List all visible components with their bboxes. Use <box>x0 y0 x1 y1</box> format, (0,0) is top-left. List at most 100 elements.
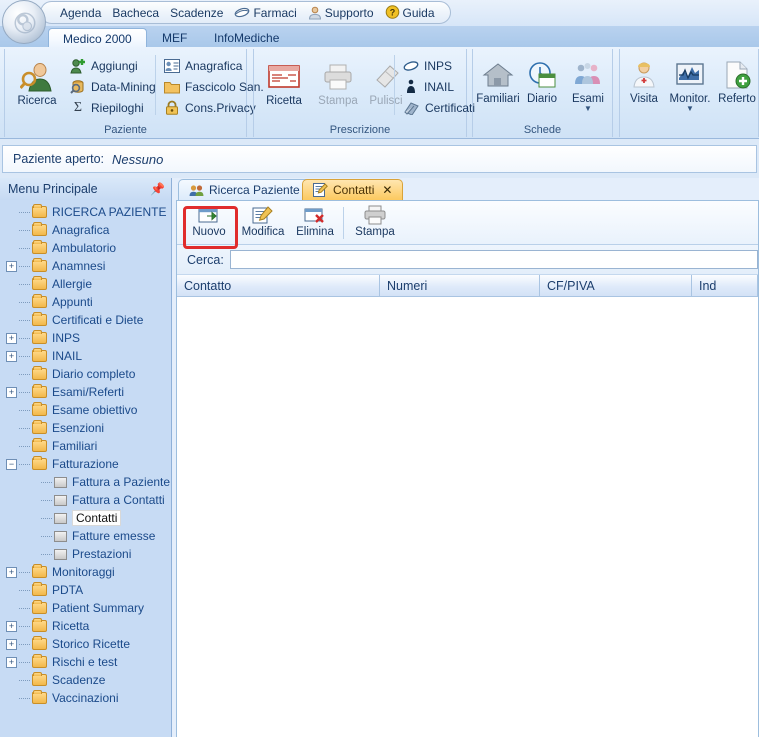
collapse-icon[interactable]: − <box>6 458 17 470</box>
expand-icon[interactable]: + <box>6 350 17 362</box>
sidebar-item-contatti[interactable]: Contatti <box>0 509 171 527</box>
tree-connector <box>19 265 30 267</box>
ribbon-button-fascicolo-san[interactable]: Fascicolo San. <box>161 76 267 97</box>
qat-item-supporto[interactable]: Supporto <box>305 6 377 20</box>
expand-icon[interactable]: + <box>6 656 17 668</box>
sidebar-item-pdta[interactable]: PDTA <box>0 581 171 599</box>
toolbar-button-elimina[interactable]: Elimina <box>289 204 341 238</box>
sidebar-item-fattura-a-contatti[interactable]: Fattura a Contatti <box>0 491 171 509</box>
ribbon-button-anagrafica[interactable]: Anagrafica <box>161 55 245 76</box>
sidebar-item-esami-referti[interactable]: + Esami/Referti <box>0 383 171 401</box>
toolbar-button-label: Modifica <box>241 226 285 238</box>
ribbon-tab-medico-2000[interactable]: Medico 2000 <box>48 28 147 48</box>
app-orb-gear-icon[interactable] <box>2 0 46 44</box>
sidebar-item-label: Ricetta <box>52 619 90 633</box>
sidebar-item-fattura-a-paziente[interactable]: Fattura a Paziente <box>0 473 171 491</box>
ribbon-button-label: Familiari <box>476 93 520 105</box>
sidebar-item-inps[interactable]: + INPS <box>0 329 171 347</box>
ribbon-button-certificati[interactable]: Certificati <box>400 97 478 118</box>
sidebar-item-scadenze[interactable]: Scadenze <box>0 671 171 689</box>
sidebar-item-certificati-e-diete[interactable]: Certificati e Diete <box>0 311 171 329</box>
search-input[interactable] <box>229 250 758 269</box>
expand-icon[interactable]: + <box>6 620 17 632</box>
qat-item-bacheca[interactable]: Bacheca <box>109 6 162 20</box>
grid-column-header[interactable]: Contatto <box>177 275 380 296</box>
sidebar-item-diario-completo[interactable]: Diario completo <box>0 365 171 383</box>
chevron-down-icon[interactable]: ▼ <box>565 105 611 113</box>
qat-item-guida[interactable]: ? Guida <box>382 5 438 20</box>
ribbon-button-inps[interactable]: INPS <box>400 55 455 76</box>
sidebar-item-ambulatorio[interactable]: Ambulatorio <box>0 239 171 257</box>
sidebar-item-patient-summary[interactable]: Patient Summary <box>0 599 171 617</box>
certificate-icon <box>404 101 419 115</box>
sidebar-item-label: Fattura a Paziente <box>72 475 171 489</box>
folder-icon <box>32 672 47 686</box>
document-tab-ricerca-paziente[interactable]: Ricerca Paziente <box>178 179 311 200</box>
ribbon-button-ricerca[interactable]: Ricerca <box>9 57 65 107</box>
sidebar-header: Menu Principale 📌 <box>0 178 171 200</box>
qat-item-agenda[interactable]: Agenda <box>57 6 104 20</box>
folder-icon <box>32 600 47 614</box>
expand-icon[interactable]: + <box>6 638 17 650</box>
ribbon-button-ricetta[interactable]: Ricetta <box>256 57 312 107</box>
document-tab-contatti[interactable]: Contatti ✕ <box>302 179 404 200</box>
ribbon-button-riepiloghi[interactable]: Σ Riepiloghi <box>67 97 147 118</box>
pushpin-icon[interactable]: 📌 <box>150 182 165 196</box>
chevron-down-icon[interactable]: ▼ <box>666 105 714 113</box>
ribbon-button-esami[interactable]: Esami ▼ <box>565 55 611 113</box>
expand-icon[interactable]: + <box>6 386 17 398</box>
ribbon-button-data-mining[interactable]: Data-Mining <box>67 76 159 97</box>
toolbar-button-nuovo[interactable]: Nuovo <box>183 204 235 238</box>
expand-icon[interactable]: + <box>6 566 17 578</box>
qat-item-farmaci[interactable]: Farmaci <box>231 6 299 20</box>
ribbon-tab-infomediche[interactable]: InfoMediche <box>200 28 293 48</box>
toolbar-button-modifica[interactable]: Modifica <box>237 204 289 238</box>
sidebar-item-allergie[interactable]: Allergie <box>0 275 171 293</box>
sidebar-item-appunti[interactable]: Appunti <box>0 293 171 311</box>
expand-icon[interactable]: + <box>6 332 17 344</box>
open-patient-value: Nessuno <box>112 151 164 167</box>
toolbar-button-label: Nuovo <box>192 226 226 238</box>
ribbon-button-aggiungi[interactable]: Aggiungi <box>67 55 141 76</box>
tree-connector <box>19 373 30 375</box>
qat-item-scadenze[interactable]: Scadenze <box>167 6 226 20</box>
sidebar-item-fatturazione[interactable]: − Fatturazione <box>0 455 171 473</box>
toolbar-button-stampa[interactable]: Stampa <box>349 204 401 238</box>
ribbon-tab-mef[interactable]: MEF <box>148 28 201 48</box>
sidebar-item-fatture-emesse[interactable]: Fatture emesse <box>0 527 171 545</box>
sidebar-item-anamnesi[interactable]: + Anamnesi <box>0 257 171 275</box>
ribbon-button-monitor[interactable]: Monitor. ▼ <box>666 55 714 113</box>
sidebar-item-anagrafica[interactable]: Anagrafica <box>0 221 171 239</box>
grid-column-header[interactable]: CF/PIVA <box>540 275 692 296</box>
ribbon-button-cons-privacy[interactable]: Cons.Privacy <box>161 97 259 118</box>
grid-column-header[interactable]: Ind <box>692 275 758 296</box>
ribbon-button-visita[interactable]: Visita <box>622 55 666 105</box>
sidebar-item-label: Diario completo <box>52 367 136 381</box>
sidebar-item-familiari[interactable]: Familiari <box>0 437 171 455</box>
sidebar-item-ricerca-paziente[interactable]: RICERCA PAZIENTE <box>0 203 171 221</box>
folder-icon <box>32 582 47 596</box>
ribbon-button-diario[interactable]: Diario <box>521 55 563 105</box>
gear-glyph <box>14 12 36 34</box>
ribbon-button-familiari[interactable]: Familiari <box>475 55 521 105</box>
sidebar-item-esenzioni[interactable]: Esenzioni <box>0 419 171 437</box>
grid-body[interactable] <box>177 297 758 737</box>
ribbon-button-inail[interactable]: INAIL <box>400 76 457 97</box>
sidebar-item-storico-ricette[interactable]: + Storico Ricette <box>0 635 171 653</box>
ribbon-button-referto[interactable]: Referto <box>714 55 759 105</box>
sidebar-item-vaccinazioni[interactable]: Vaccinazioni <box>0 689 171 707</box>
close-icon[interactable]: ✕ <box>382 183 392 197</box>
sidebar-item-ricetta[interactable]: + Ricetta <box>0 617 171 635</box>
sidebar-item-esame-obiettivo[interactable]: Esame obiettivo <box>0 401 171 419</box>
sidebar-item-prestazioni[interactable]: Prestazioni <box>0 545 171 563</box>
sidebar-item-monitoraggi[interactable]: + Monitoraggi <box>0 563 171 581</box>
sidebar-item-rischi-e-test[interactable]: + Rischi e test <box>0 653 171 671</box>
sidebar-item-inail[interactable]: + INAIL <box>0 347 171 365</box>
tree-connector <box>19 607 30 609</box>
expand-icon[interactable]: + <box>6 260 17 272</box>
grid-column-header[interactable]: Numeri <box>380 275 540 296</box>
